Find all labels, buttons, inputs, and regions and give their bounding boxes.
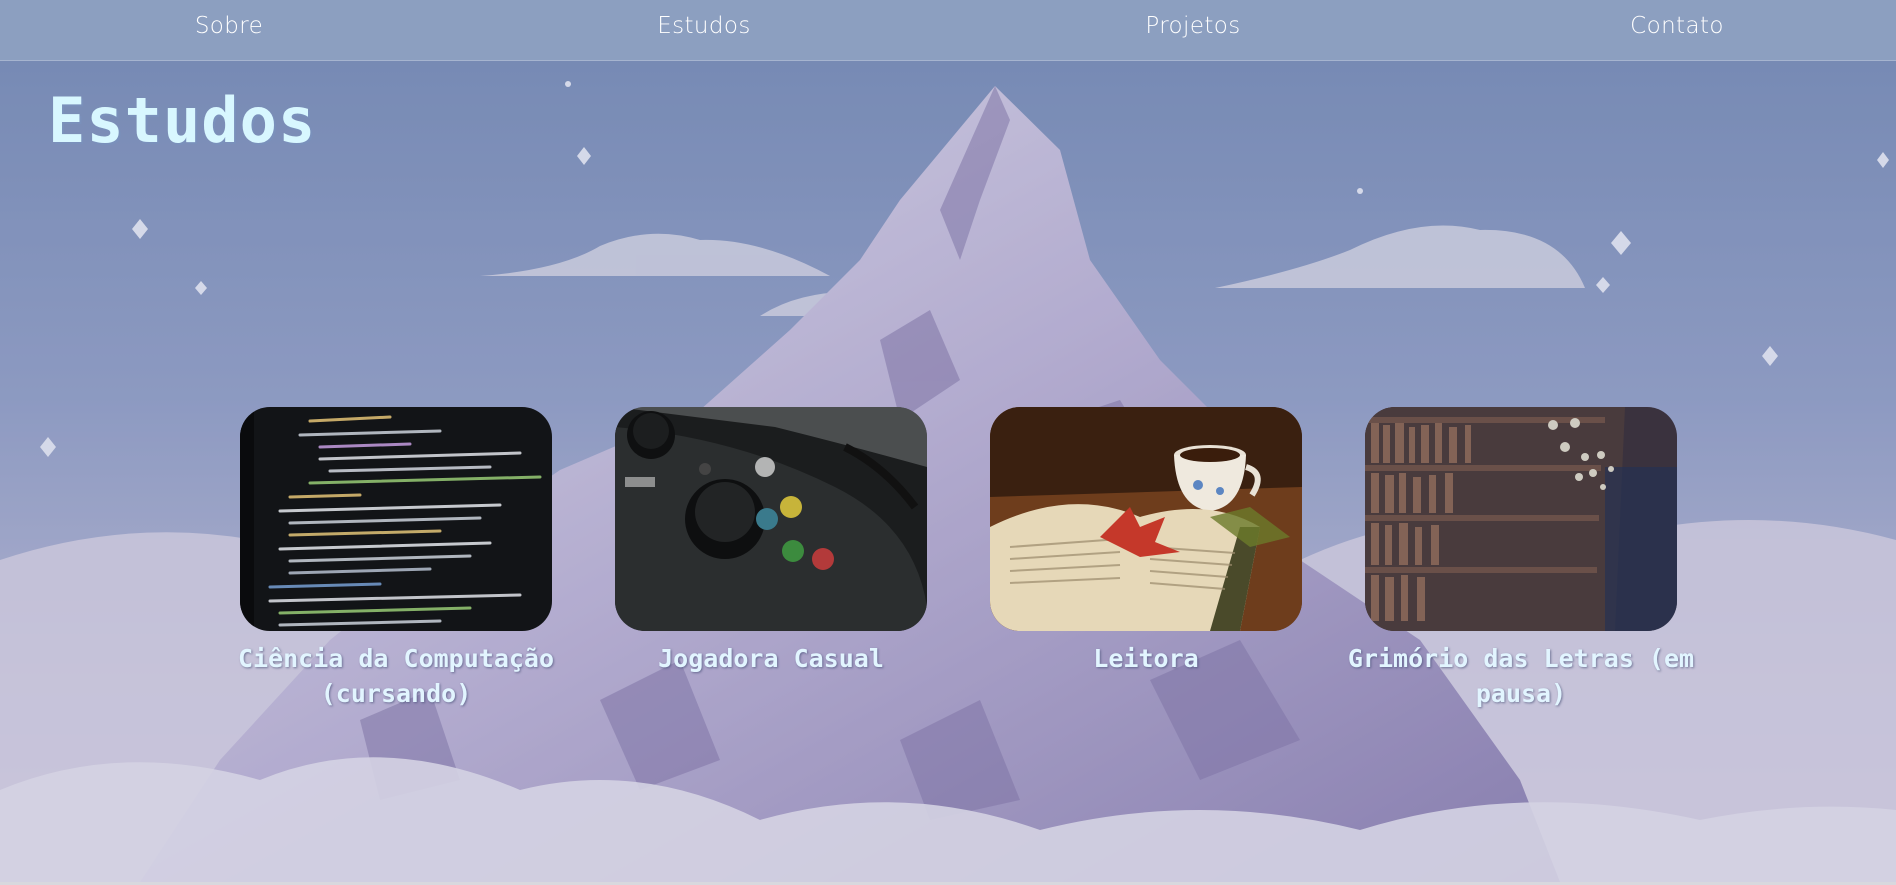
study-card-grimoire: Grimório das Letras (em pausa) — [1348, 407, 1694, 711]
study-card-computer-science: Ciência da Computação (cursando) — [238, 407, 554, 711]
book-and-tea-image[interactable] — [990, 407, 1302, 631]
study-card-reader: Leitora — [990, 407, 1302, 676]
game-controller-image[interactable] — [615, 407, 927, 631]
card-label: Leitora — [1093, 644, 1199, 673]
code-screen-image[interactable] — [240, 407, 552, 631]
nav-link-contato[interactable]: Contato — [1577, 13, 1777, 39]
card-label: Jogadora Casual — [658, 644, 884, 673]
study-card-casual-gamer: Jogadora Casual — [615, 407, 927, 676]
page-title: Estudos — [48, 84, 317, 157]
card-label: Grimório das Letras (em pausa) — [1347, 644, 1695, 708]
top-navbar: Sobre Estudos Projetos Contato — [0, 0, 1896, 61]
nav-link-projetos[interactable]: Projetos — [1093, 13, 1293, 39]
card-label: Ciência da Computação (cursando) — [237, 644, 555, 708]
nav-link-estudos[interactable]: Estudos — [604, 13, 804, 39]
library-shelves-image[interactable] — [1365, 407, 1677, 631]
nav-link-sobre[interactable]: Sobre — [129, 13, 329, 39]
